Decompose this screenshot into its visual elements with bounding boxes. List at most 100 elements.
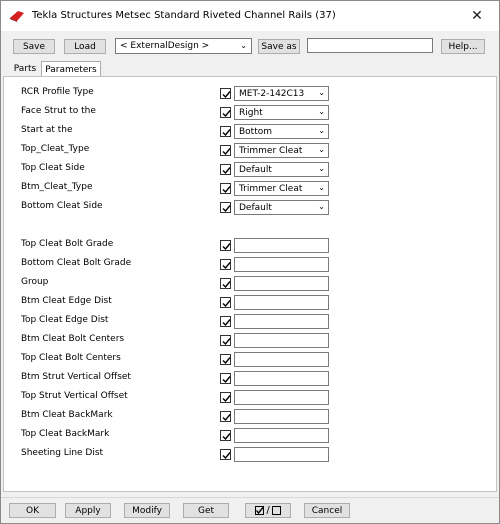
param-input[interactable] bbox=[234, 314, 329, 329]
modify-button[interactable]: Modify bbox=[124, 503, 170, 518]
chevron-down-icon: ⌄ bbox=[318, 88, 325, 97]
tab-parts[interactable]: Parts bbox=[9, 61, 41, 76]
param-checkbox[interactable] bbox=[220, 335, 231, 346]
param-checkbox[interactable] bbox=[220, 316, 231, 327]
checkmark-icon bbox=[222, 129, 231, 137]
dialog-window: Tekla Structures Metsec Standard Riveted… bbox=[0, 0, 500, 524]
param-label: Top Cleat Side bbox=[21, 163, 85, 173]
param-select-value: Default bbox=[239, 164, 272, 175]
param-label: RCR Profile Type bbox=[21, 87, 94, 97]
param-checkbox[interactable] bbox=[220, 430, 231, 441]
toggle-all-checkboxes-button[interactable]: / bbox=[245, 503, 291, 518]
param-label: Btm Strut Vertical Offset bbox=[21, 372, 131, 382]
load-button[interactable]: Load bbox=[64, 39, 106, 54]
param-label: Btm Cleat Bolt Centers bbox=[21, 334, 125, 344]
param-checkbox[interactable] bbox=[220, 202, 231, 213]
param-input[interactable] bbox=[234, 390, 329, 405]
cancel-button[interactable]: Cancel bbox=[304, 503, 350, 518]
tekla-logo-icon bbox=[10, 11, 24, 22]
checkmark-icon bbox=[222, 186, 231, 194]
chevron-down-icon: ⌄ bbox=[318, 126, 325, 135]
chevron-down-icon: ⌄ bbox=[318, 145, 325, 154]
param-select[interactable]: Trimmer Cleat ⌄ bbox=[234, 181, 329, 196]
checkmark-icon bbox=[222, 319, 231, 327]
param-checkbox[interactable] bbox=[220, 88, 231, 99]
checkmark-icon bbox=[222, 357, 231, 365]
param-label: Top Cleat Bolt Centers bbox=[21, 353, 121, 363]
param-label: Top_Cleat_Type bbox=[21, 144, 90, 154]
param-checkbox[interactable] bbox=[220, 164, 231, 175]
param-label: Start at the bbox=[21, 125, 73, 135]
apply-button[interactable]: Apply bbox=[65, 503, 111, 518]
param-checkbox[interactable] bbox=[220, 240, 231, 251]
param-checkbox[interactable] bbox=[220, 145, 231, 156]
param-label: Bottom Cleat Side bbox=[21, 201, 103, 211]
checkmark-icon bbox=[222, 205, 231, 213]
param-input[interactable] bbox=[234, 276, 329, 291]
param-label: Top Cleat BackMark bbox=[21, 429, 110, 439]
param-input[interactable] bbox=[234, 333, 329, 348]
divider bbox=[1, 497, 499, 498]
save-as-name-input[interactable] bbox=[307, 38, 433, 53]
checkmark-icon bbox=[222, 300, 231, 308]
checkmark-icon bbox=[222, 433, 231, 441]
param-select[interactable]: Right ⌄ bbox=[234, 105, 329, 120]
checkmark-icon bbox=[222, 452, 231, 460]
param-checkbox[interactable] bbox=[220, 354, 231, 365]
checkmark-icon bbox=[222, 281, 231, 289]
unchecked-box-icon bbox=[271, 506, 281, 515]
checkmark-icon bbox=[222, 243, 231, 251]
param-label: Group bbox=[21, 277, 49, 287]
param-select[interactable]: Default ⌄ bbox=[234, 162, 329, 177]
chevron-down-icon: ⌄ bbox=[318, 164, 325, 173]
param-checkbox[interactable] bbox=[220, 449, 231, 460]
get-button[interactable]: Get bbox=[183, 503, 229, 518]
param-label: Top Cleat Edge Dist bbox=[21, 315, 109, 325]
param-input[interactable] bbox=[234, 409, 329, 424]
param-input[interactable] bbox=[234, 238, 329, 253]
save-button[interactable]: Save bbox=[13, 39, 55, 54]
ok-button[interactable]: OK bbox=[9, 503, 56, 518]
title-bar: Tekla Structures Metsec Standard Riveted… bbox=[1, 1, 499, 31]
param-checkbox[interactable] bbox=[220, 297, 231, 308]
design-select[interactable]: < ExternalDesign > ⌄ bbox=[115, 38, 252, 54]
param-select[interactable]: Bottom ⌄ bbox=[234, 124, 329, 139]
param-label: Btm_Cleat_Type bbox=[21, 182, 93, 192]
checkmark-icon bbox=[222, 167, 231, 175]
param-label: Btm Cleat Edge Dist bbox=[21, 296, 112, 306]
checkmark-icon bbox=[222, 110, 231, 118]
chevron-down-icon: ⌄ bbox=[318, 183, 325, 192]
param-select[interactable]: Trimmer Cleat ⌄ bbox=[234, 143, 329, 158]
param-input[interactable] bbox=[234, 428, 329, 443]
param-checkbox[interactable] bbox=[220, 278, 231, 289]
checked-box-icon bbox=[255, 506, 265, 515]
param-checkbox[interactable] bbox=[220, 373, 231, 384]
save-as-button[interactable]: Save as bbox=[258, 39, 300, 54]
param-checkbox[interactable] bbox=[220, 411, 231, 422]
close-icon[interactable]: ✕ bbox=[455, 1, 499, 31]
param-checkbox[interactable] bbox=[220, 259, 231, 270]
parameters-panel: RCR Profile Type MET-2-142C13 ⌄ Face Strut … bbox=[3, 76, 497, 492]
param-input[interactable] bbox=[234, 447, 329, 462]
param-checkbox[interactable] bbox=[220, 183, 231, 194]
param-checkbox[interactable] bbox=[220, 392, 231, 403]
param-input[interactable] bbox=[234, 352, 329, 367]
chevron-down-icon: ⌄ bbox=[318, 202, 325, 211]
param-select[interactable]: Default ⌄ bbox=[234, 200, 329, 215]
param-label: Top Cleat Bolt Grade bbox=[21, 239, 114, 249]
param-select[interactable]: MET-2-142C13 ⌄ bbox=[234, 86, 329, 101]
param-select-value: MET-2-142C13 bbox=[239, 88, 305, 99]
param-input[interactable] bbox=[234, 295, 329, 310]
help-button[interactable]: Help... bbox=[441, 39, 485, 54]
checkmark-icon bbox=[222, 376, 231, 384]
param-checkbox[interactable] bbox=[220, 107, 231, 118]
tab-parameters[interactable]: Parameters bbox=[41, 61, 101, 77]
checkmark-icon bbox=[222, 414, 231, 422]
param-input[interactable] bbox=[234, 257, 329, 272]
design-select-value: < ExternalDesign > bbox=[120, 41, 210, 51]
checkmark-icon bbox=[222, 338, 231, 346]
param-select-value: Trimmer Cleat bbox=[239, 145, 303, 156]
param-input[interactable] bbox=[234, 371, 329, 386]
param-checkbox[interactable] bbox=[220, 126, 231, 137]
param-select-value: Trimmer Cleat bbox=[239, 183, 303, 194]
